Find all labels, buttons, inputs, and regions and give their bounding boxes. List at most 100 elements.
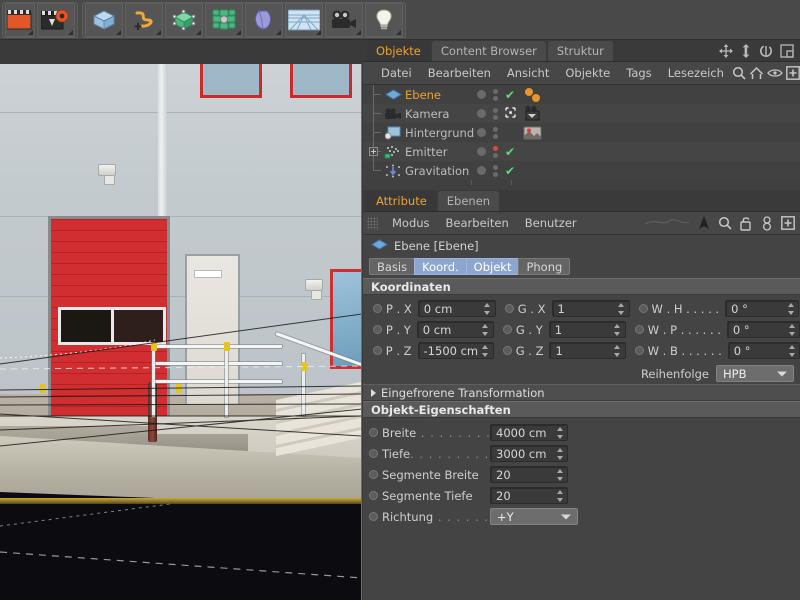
visibility-render-dots[interactable] <box>493 165 498 177</box>
g-z-field[interactable]: 1 <box>549 342 625 359</box>
visibility-editor-dot[interactable] <box>477 147 486 156</box>
visibility-editor-dot[interactable] <box>477 166 486 175</box>
visibility-editor-dot[interactable] <box>477 128 486 137</box>
spline-submenu-corner[interactable] <box>156 30 161 35</box>
visibility-render-dots[interactable] <box>493 146 498 158</box>
menu-datei[interactable]: Datei <box>373 62 420 85</box>
viewport-layout-icon[interactable] <box>780 44 794 61</box>
menu-bearbeiten[interactable]: Bearbeiten <box>420 62 499 85</box>
w-b-radio[interactable] <box>635 346 644 355</box>
g-x-spinner[interactable] <box>618 303 625 315</box>
p-y-field[interactable]: 0 cm <box>417 321 494 338</box>
enabled-check-icon[interactable]: ✔ <box>505 147 515 157</box>
tab-struktur[interactable]: Struktur <box>548 41 613 61</box>
tiefe-spinner[interactable] <box>556 448 563 460</box>
render-view-button[interactable] <box>5 3 35 37</box>
tab-objekte[interactable]: Objekte <box>367 41 430 61</box>
menu-modus[interactable]: Modus <box>384 212 438 235</box>
g-x-radio[interactable] <box>505 304 514 313</box>
search-icon[interactable] <box>716 214 734 232</box>
eingefrorene-transformation-fold[interactable]: Eingefrorene Transformation <box>363 384 800 401</box>
history-icon[interactable] <box>758 214 776 232</box>
enabled-check-icon[interactable]: ✔ <box>505 90 515 100</box>
segmente-breite-radio[interactable] <box>369 470 378 479</box>
menu-lesezeichen[interactable]: Lesezeich <box>660 62 732 85</box>
light-button[interactable] <box>365 3 403 37</box>
menu-ansicht[interactable]: Ansicht <box>499 62 557 85</box>
render-settings-submenu-corner[interactable] <box>68 30 73 35</box>
menu-tags[interactable]: Tags <box>618 62 659 85</box>
plus-box-icon[interactable] <box>779 214 797 232</box>
object-manager-tree[interactable]: Ebene ✔ Kamera <box>363 85 800 185</box>
p-z-radio[interactable] <box>373 346 382 355</box>
segmente-breite-field[interactable]: 20 <box>490 466 568 483</box>
tab-content-browser[interactable]: Content Browser <box>432 41 546 61</box>
g-y-radio[interactable] <box>503 325 512 334</box>
home-icon[interactable] <box>749 64 764 82</box>
expand-toggle-icon[interactable] <box>369 147 378 156</box>
visibility-render-dots[interactable] <box>493 89 498 101</box>
tiefe-radio[interactable] <box>369 449 378 458</box>
pointer-arrow-icon[interactable] <box>695 214 713 232</box>
object-row-gravitation[interactable]: Gravitation ✔ <box>363 161 800 180</box>
reihenfolge-dropdown[interactable]: HPB <box>716 365 794 382</box>
visibility-render-dots[interactable] <box>493 127 498 139</box>
enabled-check-icon[interactable]: ✔ <box>505 166 515 176</box>
w-h-spinner[interactable] <box>787 303 794 315</box>
p-z-field[interactable]: -1500 cm <box>418 342 494 359</box>
scale-tool-icon[interactable] <box>740 44 752 61</box>
visibility-render-dots[interactable] <box>493 108 498 120</box>
menu-objekte[interactable]: Objekte <box>557 62 618 85</box>
render-view-submenu-corner[interactable] <box>28 30 33 35</box>
segmente-tiefe-spinner[interactable] <box>556 490 563 502</box>
segmente-tiefe-field[interactable]: 20 <box>490 487 568 504</box>
visibility-editor-dot[interactable] <box>477 90 486 99</box>
object-row-hintergrund[interactable]: Hintergrund <box>363 123 800 142</box>
subtab-objekt[interactable]: Objekt <box>466 258 519 275</box>
rotate-tool-icon[interactable] <box>759 44 773 61</box>
p-y-radio[interactable] <box>373 325 382 334</box>
eye-icon[interactable] <box>767 64 783 82</box>
bend-submenu-corner[interactable] <box>276 30 281 35</box>
cube-button[interactable] <box>85 3 123 37</box>
camera-submenu-corner[interactable] <box>356 30 361 35</box>
menu-attr-bearbeiten[interactable]: Bearbeiten <box>438 212 517 235</box>
p-x-radio[interactable] <box>373 304 382 313</box>
p-x-spinner[interactable] <box>484 303 491 315</box>
p-z-spinner[interactable] <box>482 345 489 357</box>
segmente-tiefe-radio[interactable] <box>369 491 378 500</box>
subtab-koord[interactable]: Koord. <box>414 258 466 275</box>
w-p-field[interactable]: 0 ° <box>727 321 800 338</box>
tab-attribute[interactable]: Attribute <box>367 191 436 211</box>
breite-spinner[interactable] <box>556 427 563 439</box>
active-camera-icon[interactable] <box>505 107 516 121</box>
g-z-radio[interactable] <box>503 346 512 355</box>
object-row-kamera[interactable]: Kamera <box>363 104 800 123</box>
array-submenu-corner[interactable] <box>236 30 241 35</box>
g-z-spinner[interactable] <box>614 345 621 357</box>
g-y-spinner[interactable] <box>614 324 621 336</box>
floor-submenu-corner[interactable] <box>316 30 321 35</box>
viewport-perspective[interactable] <box>0 64 362 600</box>
search-icon[interactable] <box>732 64 746 82</box>
g-x-field[interactable]: 1 <box>552 300 630 317</box>
spline-button[interactable] <box>125 3 163 37</box>
bend-button[interactable] <box>245 3 283 37</box>
breite-radio[interactable] <box>369 428 378 437</box>
subtab-basis[interactable]: Basis <box>369 258 414 275</box>
floor-button[interactable] <box>285 3 323 37</box>
generator-button[interactable] <box>165 3 203 37</box>
menu-benutzer[interactable]: Benutzer <box>517 212 585 235</box>
richtung-radio[interactable] <box>369 512 378 521</box>
render-settings-button[interactable] <box>37 3 75 37</box>
p-x-field[interactable]: 0 cm <box>418 300 496 317</box>
plus-box-icon[interactable] <box>786 64 800 82</box>
cube-submenu-corner[interactable] <box>116 30 121 35</box>
richtung-dropdown[interactable]: +Y <box>490 508 578 525</box>
tab-ebenen[interactable]: Ebenen <box>438 191 499 211</box>
panel-grip[interactable] <box>367 217 378 230</box>
w-p-radio[interactable] <box>635 325 644 334</box>
unlock-padlock-icon[interactable] <box>737 214 755 232</box>
w-b-spinner[interactable] <box>788 345 795 357</box>
object-row-emitter[interactable]: Emitter ✔ <box>363 142 800 161</box>
